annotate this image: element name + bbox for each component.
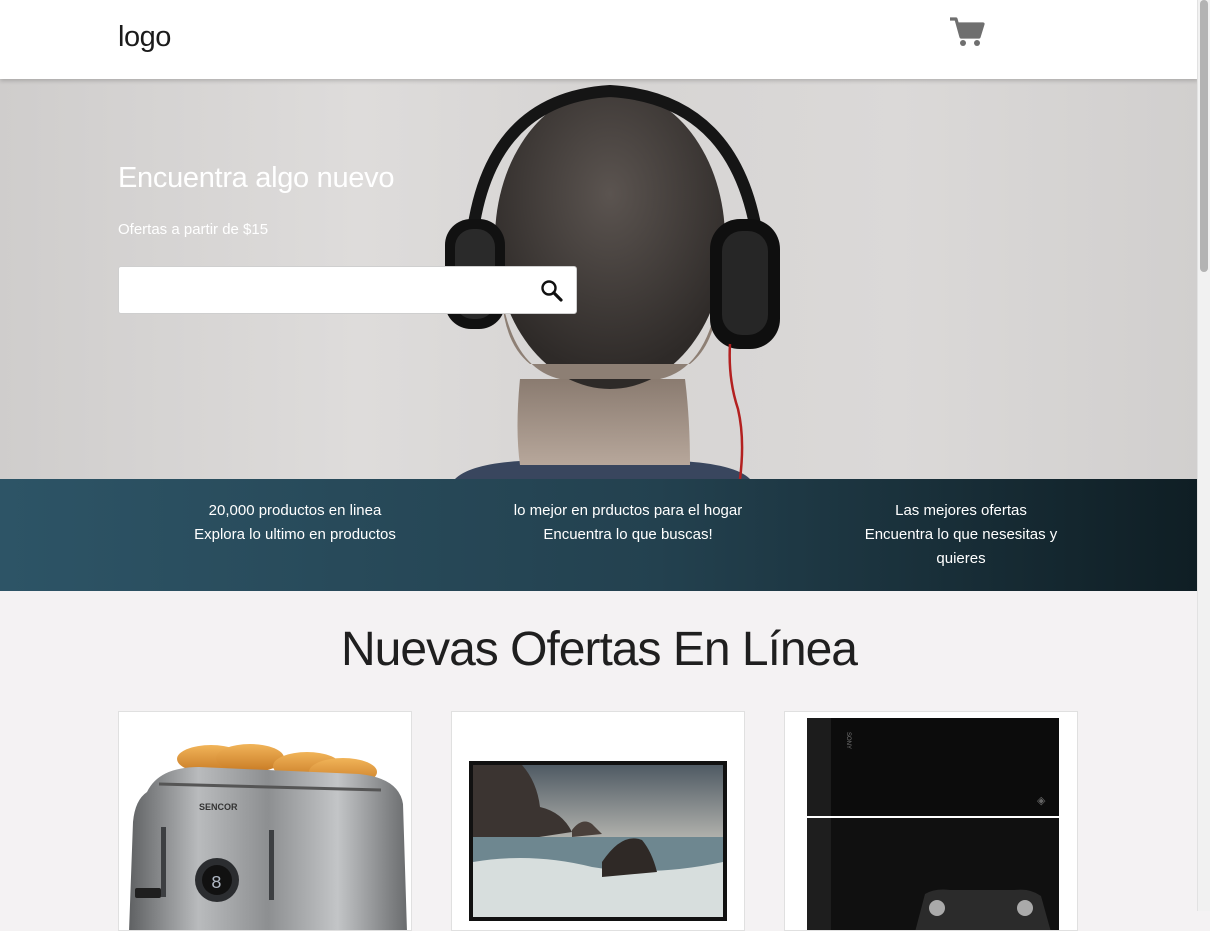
search-bar bbox=[118, 266, 577, 314]
search-icon[interactable] bbox=[540, 279, 564, 303]
feature-heading: lo mejor en prductos para el hogar bbox=[513, 502, 743, 519]
feature-heading: Las mejores ofertas bbox=[895, 502, 1027, 519]
page-scrollbar[interactable] bbox=[1197, 0, 1210, 911]
feature-item: Las mejores ofertas Encuentra lo que nes… bbox=[846, 499, 1076, 571]
feature-text: Encuentra lo que buscas! bbox=[543, 526, 713, 543]
product-card-console[interactable]: SONY ◈ bbox=[784, 711, 1078, 931]
feature-text: Encuentra lo que nesesitas y quieres bbox=[864, 526, 1058, 567]
feature-item: lo mejor en prductos para el hogar Encue… bbox=[503, 499, 753, 547]
site-header: logo bbox=[0, 0, 1198, 79]
section-title: Nuevas Ofertas En Línea bbox=[341, 623, 858, 676]
toaster-brand: SENCOR bbox=[199, 802, 238, 812]
feature-heading: 20,000 productos en linea bbox=[208, 502, 382, 519]
feature-text: Explora lo ultimo en productos bbox=[194, 526, 396, 543]
toaster-image: SENCOR 8 bbox=[129, 744, 407, 930]
search-input[interactable] bbox=[119, 267, 553, 313]
console-logo-icon: ◈ bbox=[1037, 795, 1046, 807]
logo[interactable]: logo bbox=[118, 21, 171, 54]
shopping-cart-icon[interactable] bbox=[949, 16, 985, 48]
product-card-toaster[interactable]: SENCOR 8 bbox=[118, 711, 412, 931]
toaster-display: 8 bbox=[211, 874, 222, 894]
product-card-tv[interactable] bbox=[451, 711, 745, 931]
console-brand: SONY bbox=[845, 732, 851, 749]
game-console-image: SONY ◈ bbox=[807, 718, 1059, 930]
feature-item: 20,000 productos en linea Explora lo ult… bbox=[170, 499, 420, 547]
hero-subtitle: Ofertas a partir de $15 bbox=[118, 221, 269, 238]
scrollbar-thumb[interactable] bbox=[1200, 0, 1208, 272]
television-image bbox=[469, 761, 727, 921]
features-band: 20,000 productos en linea Explora lo ult… bbox=[0, 479, 1198, 591]
hero-banner: Encuentra algo nuevo Ofertas a partir de… bbox=[0, 79, 1198, 479]
hero-title: Encuentra algo nuevo bbox=[118, 162, 395, 194]
